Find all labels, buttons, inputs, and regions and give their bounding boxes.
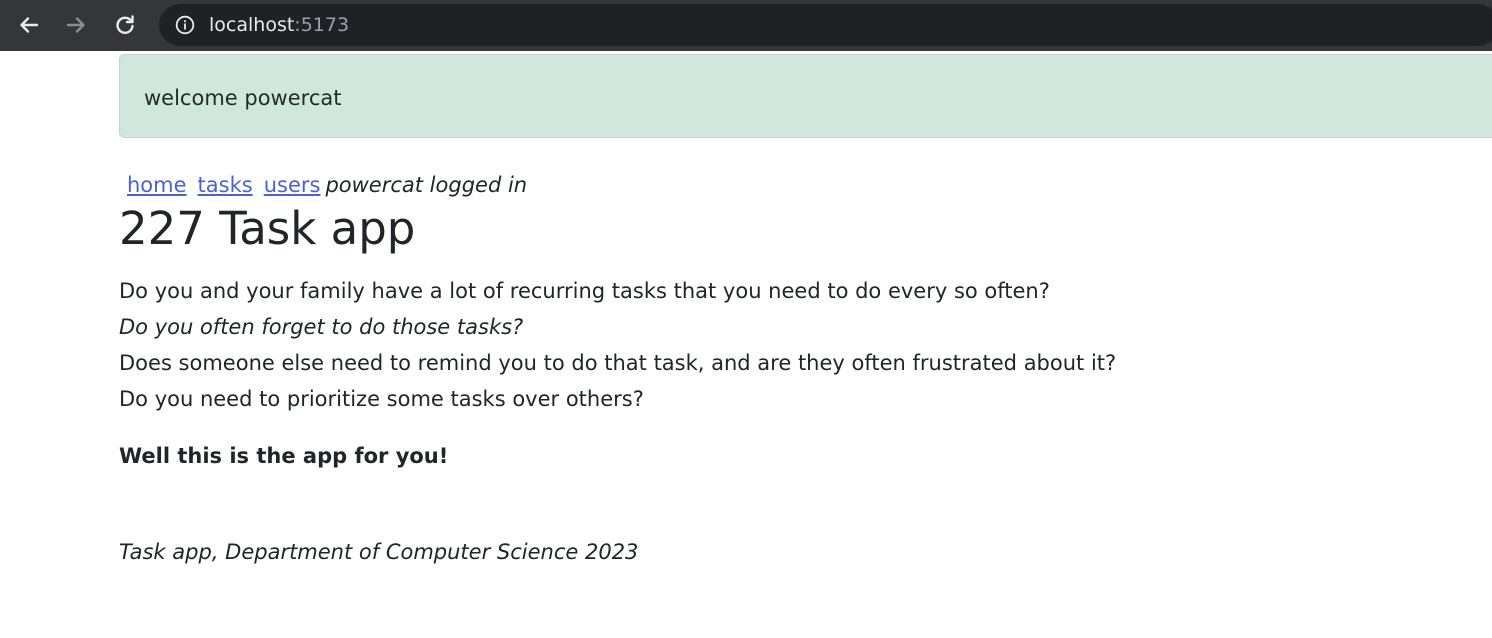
browser-toolbar: localhost:5173 (0, 0, 1492, 51)
welcome-message: welcome powercat (144, 86, 342, 110)
reload-button[interactable] (110, 10, 140, 40)
intro-line: Do you need to prioritize some tasks ove… (119, 387, 644, 411)
tagline: Well this is the app for you! (119, 444, 449, 468)
address-bar[interactable]: localhost:5173 (159, 4, 1492, 46)
main-content: home tasks users powercat logged in 227 Tas… (119, 170, 1419, 567)
reload-icon (116, 15, 134, 34)
intro-line: Do you and your family have a lot of rec… (119, 279, 1050, 303)
info-icon[interactable] (175, 15, 195, 35)
forward-arrow-icon (66, 17, 85, 33)
footer-text: Task app, Department of Computer Science… (119, 540, 639, 564)
intro-line: Does someone else need to remind you to … (119, 351, 1117, 375)
url-text[interactable]: localhost:5173 (209, 14, 349, 36)
login-status: powercat logged in (325, 173, 528, 197)
nav-bar: home tasks users powercat logged in (119, 170, 1419, 200)
back-arrow-icon (20, 17, 39, 33)
intro-text: Do you and your family have a lot of rec… (119, 273, 1419, 417)
welcome-alert: welcome powercat (119, 54, 1492, 138)
intro-line: Do you often forget to do those tasks? (119, 315, 524, 339)
back-button[interactable] (14, 10, 44, 40)
nav-link-users[interactable]: users (264, 173, 321, 197)
url-host: localhost (209, 14, 295, 36)
url-port: :5173 (294, 14, 350, 36)
nav-link-home[interactable]: home (127, 173, 187, 197)
nav-link-tasks[interactable]: tasks (198, 173, 253, 197)
forward-button[interactable] (61, 10, 91, 40)
page-title: 227 Task app (119, 202, 416, 255)
